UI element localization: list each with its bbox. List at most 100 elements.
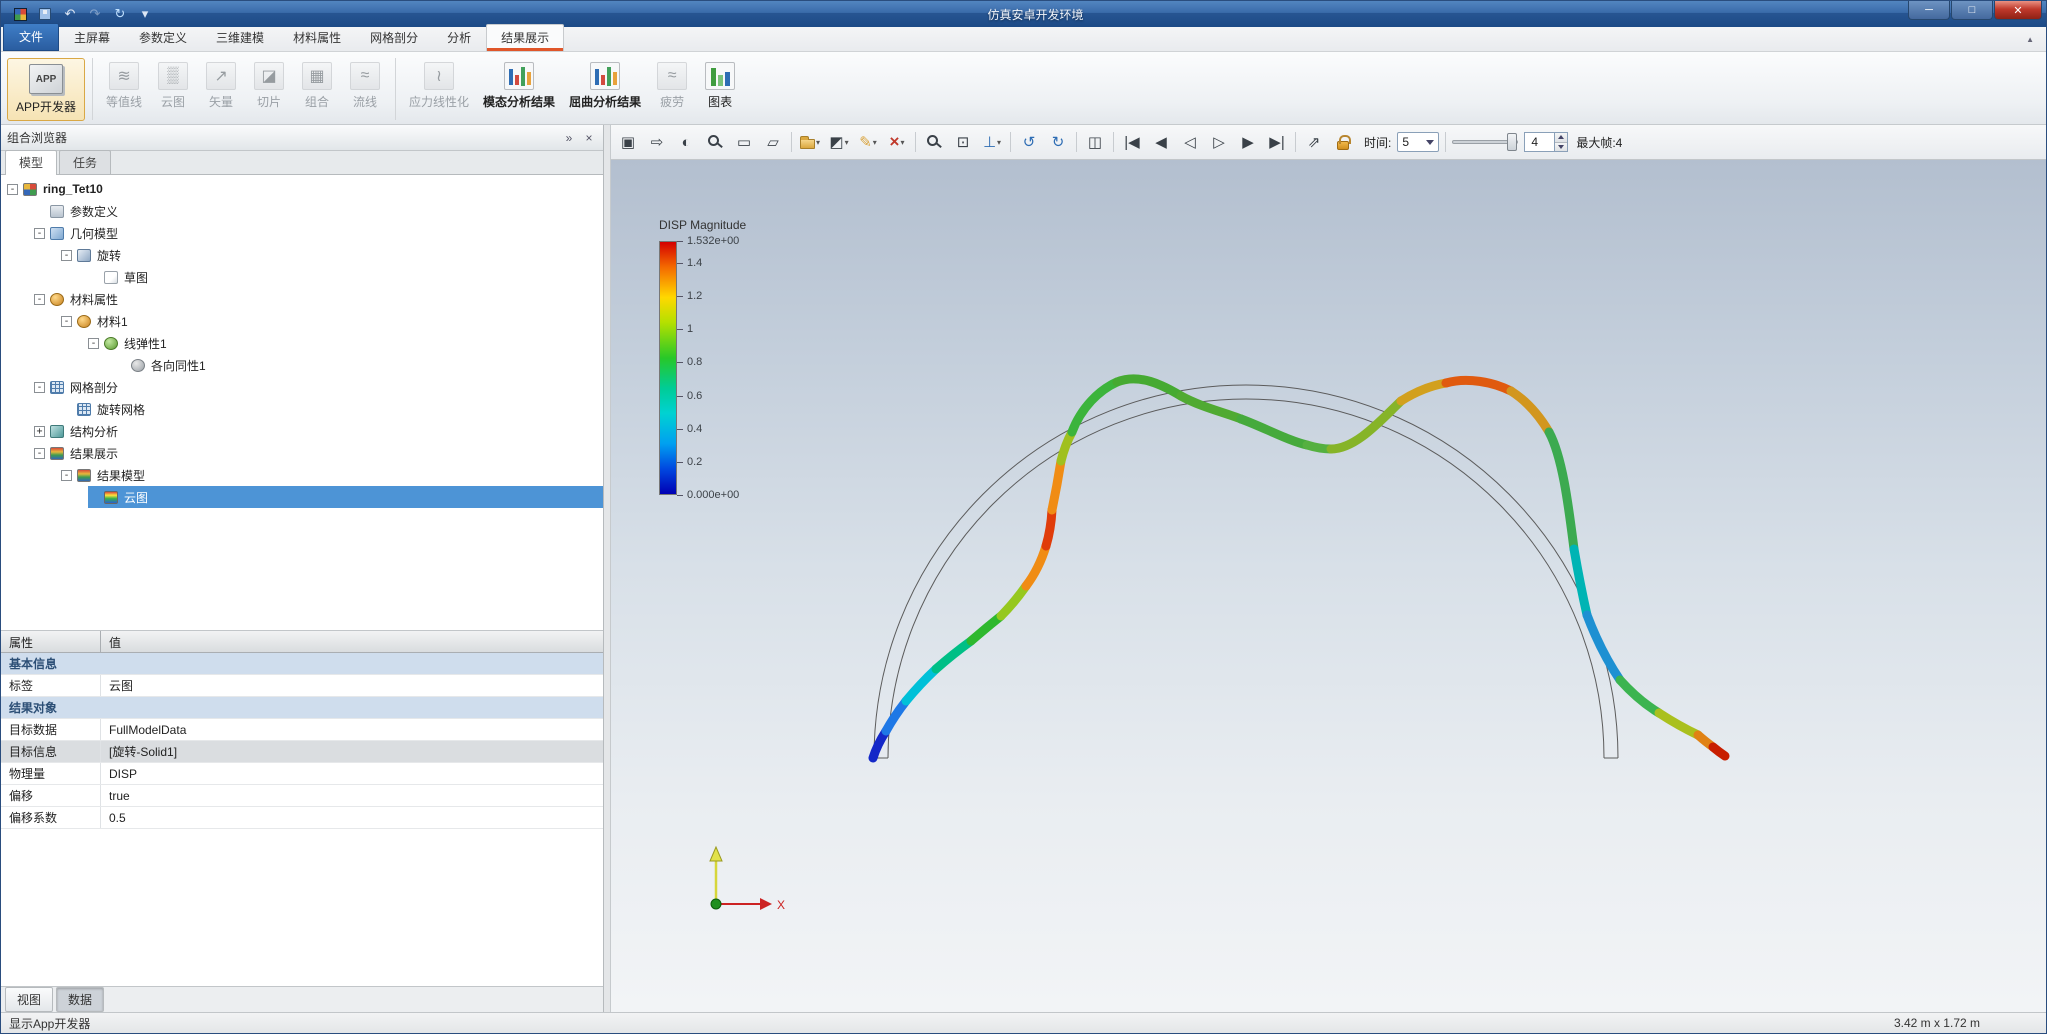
- zoom-select-icon[interactable]: [704, 130, 726, 154]
- tab-meshing[interactable]: 网格剖分: [356, 25, 432, 51]
- property-value[interactable]: 0.5: [101, 807, 603, 828]
- rotate-cw-icon[interactable]: ↻: [1047, 130, 1069, 154]
- property-value[interactable]: [101, 653, 603, 674]
- polygon-select-icon[interactable]: ▱: [762, 130, 784, 154]
- expand-collapse-icon[interactable]: +: [34, 425, 45, 437]
- axes-view-icon[interactable]: ⊥ ▾: [981, 130, 1003, 154]
- select-mode-icon[interactable]: ◩ ▾: [828, 130, 850, 154]
- deformed-result-model[interactable]: [868, 374, 1730, 763]
- last-frame-icon[interactable]: ▶|: [1266, 130, 1288, 154]
- property-value[interactable]: [旋转-Solid1]: [101, 741, 603, 762]
- expand-collapse-icon[interactable]: -: [88, 337, 99, 349]
- probe-select-icon[interactable]: ▣: [617, 130, 639, 154]
- tree-item-geometry-model[interactable]: - 几何模型: [34, 222, 603, 244]
- panel-close-icon[interactable]: ×: [581, 131, 597, 145]
- tab-result-display[interactable]: 结果展示: [486, 24, 565, 51]
- next-frame-icon[interactable]: ▶: [1237, 130, 1259, 154]
- panel-splitter[interactable]: [604, 125, 611, 1012]
- tree-item-material-properties[interactable]: - 材料属性: [34, 288, 603, 310]
- tree-item-sketch[interactable]: 草图: [88, 266, 603, 288]
- frame-slider-handle[interactable]: [1507, 133, 1518, 151]
- time-dropdown[interactable]: 5: [1397, 132, 1440, 152]
- undo-icon[interactable]: ↶: [61, 5, 79, 23]
- data-tab[interactable]: 数据: [56, 987, 105, 1012]
- close-button[interactable]: ✕: [1994, 1, 2042, 20]
- property-row[interactable]: 基本信息: [1, 653, 603, 675]
- tab-parameter-definition[interactable]: 参数定义: [125, 25, 201, 51]
- tree-item-parameter-definition[interactable]: 参数定义: [34, 200, 603, 222]
- vector-button[interactable]: ↗ 矢量: [198, 58, 244, 114]
- tree-item-ring-tet10[interactable]: - ring_Tet10: [7, 178, 603, 200]
- fit-view-icon[interactable]: ⊡: [952, 130, 974, 154]
- model-tab[interactable]: 模型: [5, 150, 58, 175]
- model-scene[interactable]: X: [611, 160, 2046, 1012]
- property-row[interactable]: 目标信息 [旋转-Solid1]: [1, 741, 603, 763]
- task-tab[interactable]: 任务: [59, 150, 112, 174]
- property-row[interactable]: 偏移 true: [1, 785, 603, 807]
- spin-down-icon[interactable]: [1555, 141, 1568, 151]
- fatigue-button[interactable]: ≈ 疲劳: [649, 58, 695, 114]
- property-value[interactable]: FullModelData: [101, 719, 603, 740]
- property-row[interactable]: 标签 云图: [1, 675, 603, 697]
- export-animation-icon[interactable]: ⇗: [1303, 130, 1325, 154]
- panel-pin-icon[interactable]: »: [561, 131, 577, 145]
- buckling-results-button[interactable]: 屈曲分析结果: [563, 58, 647, 114]
- tree-item-material1[interactable]: - 材料1: [61, 310, 603, 332]
- tree-item-result-display[interactable]: - 结果展示: [34, 442, 603, 464]
- delete-icon[interactable]: × ▾: [886, 130, 908, 154]
- stress-linearization-button[interactable]: ≀ 应力线性化: [403, 58, 475, 114]
- zoom-window-icon[interactable]: [923, 130, 945, 154]
- spin-up-icon[interactable]: [1555, 133, 1568, 142]
- tab-file[interactable]: 文件: [3, 23, 60, 51]
- property-row[interactable]: 偏移系数 0.5: [1, 807, 603, 829]
- tab-3d-modeling[interactable]: 三维建模: [202, 25, 278, 51]
- clear-marks-icon[interactable]: ✎ ▾: [857, 130, 879, 154]
- tree-item-result-model[interactable]: - 结果模型: [61, 464, 603, 486]
- tree-item-linear-elastic1[interactable]: - 线弹性1: [88, 332, 603, 354]
- expand-collapse-icon[interactable]: -: [34, 293, 45, 305]
- property-row[interactable]: 物理量 DISP: [1, 763, 603, 785]
- view-tab[interactable]: 视图: [5, 987, 54, 1012]
- expand-collapse-icon[interactable]: -: [7, 183, 18, 195]
- tree-item-structural-analysis[interactable]: + 结构分析: [34, 420, 603, 442]
- expand-collapse-icon[interactable]: -: [61, 315, 72, 327]
- ribbon-collapse-icon[interactable]: ▲: [2026, 35, 2034, 44]
- 3d-canvas[interactable]: X DISP Magnitude 1.532e+00 1.4 1.2 1 0.8…: [611, 160, 2046, 1012]
- tree-item-isotropic1[interactable]: 各向同性1: [115, 354, 603, 376]
- orbit-view-icon[interactable]: ◐: [675, 130, 697, 154]
- expand-collapse-icon[interactable]: -: [61, 469, 72, 481]
- play-backward-icon[interactable]: ◁: [1179, 130, 1201, 154]
- property-value[interactable]: DISP: [101, 763, 603, 784]
- tree-item-meshing[interactable]: - 网格剖分: [34, 376, 603, 398]
- redo-icon[interactable]: ↷: [86, 5, 104, 23]
- create-group-icon[interactable]: ▾: [799, 130, 821, 154]
- save-icon[interactable]: [36, 5, 54, 23]
- app-logo-icon[interactable]: [11, 5, 29, 23]
- snapshot-view-icon[interactable]: ◫: [1084, 130, 1106, 154]
- contour-button[interactable]: ▒ 云图: [150, 58, 196, 114]
- frame-slider[interactable]: [1452, 132, 1519, 152]
- tab-analysis[interactable]: 分析: [433, 25, 485, 51]
- qat-menu-icon[interactable]: ▾: [136, 5, 154, 23]
- tree-item-cloud-plot[interactable]: 云图: [88, 486, 603, 508]
- slice-button[interactable]: ◪ 切片: [246, 58, 292, 114]
- property-row[interactable]: 目标数据 FullModelData: [1, 719, 603, 741]
- maximize-button[interactable]: □: [1951, 1, 1993, 20]
- expand-collapse-icon[interactable]: -: [61, 249, 72, 261]
- chart-button[interactable]: 图表: [697, 58, 743, 114]
- property-row[interactable]: 结果对象: [1, 697, 603, 719]
- tab-material-properties[interactable]: 材料属性: [279, 25, 355, 51]
- tree-item-revolve[interactable]: - 旋转: [61, 244, 603, 266]
- expand-collapse-icon[interactable]: -: [34, 227, 45, 239]
- combine-button[interactable]: ▦ 组合: [294, 58, 340, 114]
- play-forward-icon[interactable]: ▷: [1208, 130, 1230, 154]
- refresh-icon[interactable]: ↻: [111, 5, 129, 23]
- frame-spinner-value[interactable]: 4: [1524, 132, 1555, 152]
- property-value[interactable]: true: [101, 785, 603, 806]
- tree-item-revolve-mesh[interactable]: 旋转网格: [61, 398, 603, 420]
- property-value[interactable]: 云图: [101, 675, 603, 696]
- expand-collapse-icon[interactable]: -: [34, 381, 45, 393]
- first-frame-icon[interactable]: |◀: [1121, 130, 1143, 154]
- streamline-button[interactable]: ≈ 流线: [342, 58, 388, 114]
- property-value[interactable]: [101, 697, 603, 718]
